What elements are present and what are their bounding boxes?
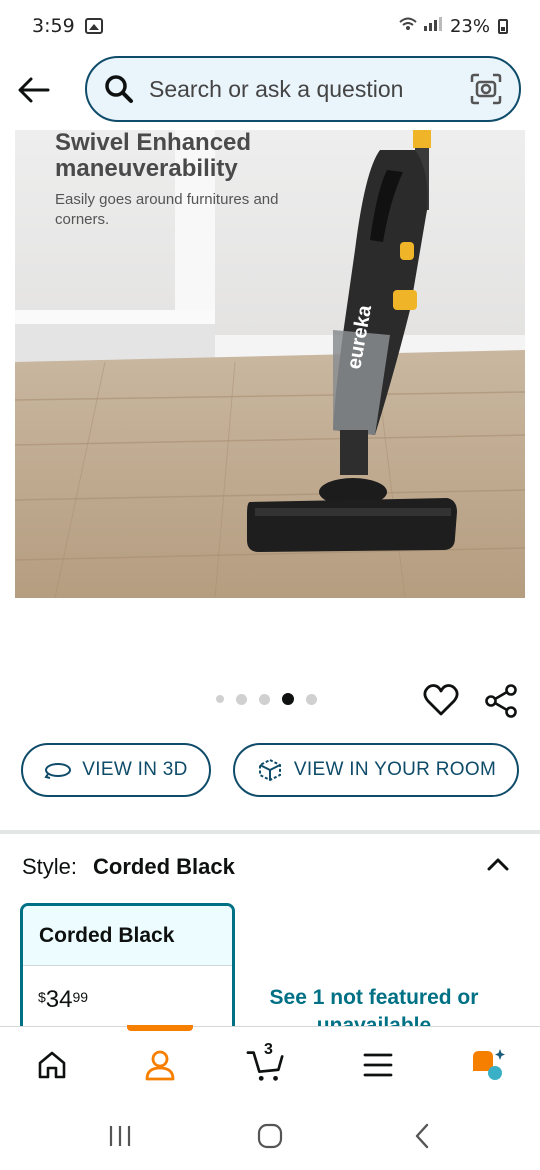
image-headline: Swivel Enhanced maneuverability [55, 130, 252, 182]
image-subtext: Easily goes around furnitures and corner… [55, 191, 279, 228]
style-option-card[interactable]: Corded Black $ 34 99 [20, 903, 235, 1043]
view-in-room-button[interactable]: VIEW IN YOUR ROOM [233, 743, 519, 797]
price-symbol: $ [38, 989, 46, 1005]
pager-dot-active[interactable] [282, 693, 294, 705]
section-divider [0, 830, 540, 834]
wifi-signal-icon [398, 16, 442, 36]
style-label: Style: [22, 854, 78, 879]
price-whole: 34 [45, 986, 73, 1013]
nav-account[interactable] [140, 1045, 180, 1085]
pager-dot[interactable] [236, 693, 247, 705]
header: Search or ask a question [0, 52, 540, 130]
wishlist-button[interactable] [423, 683, 459, 717]
system-nav-bar [0, 1100, 540, 1170]
nav-rufus-assistant[interactable] [468, 1045, 508, 1085]
search-placeholder: Search or ask a question [149, 75, 404, 102]
cart-count-badge: 3 [264, 1041, 273, 1058]
home-system-button[interactable] [255, 1122, 285, 1150]
rotate-3d-icon [44, 763, 72, 779]
pager-dot[interactable] [259, 693, 270, 705]
bottom-nav: 3 [0, 1025, 540, 1100]
status-time: 3:59 [32, 15, 75, 37]
nav-active-indicator [127, 1025, 193, 1031]
rufus-assistant-icon [473, 1049, 505, 1080]
camera-lens-icon[interactable] [469, 72, 503, 106]
battery-percent: 23% [449, 15, 490, 37]
search-icon [105, 75, 133, 103]
chevron-up-icon[interactable] [484, 850, 512, 878]
arrow-left-icon [18, 77, 50, 103]
recent-apps-button[interactable] [105, 1122, 135, 1150]
pager-dot[interactable] [216, 695, 224, 703]
battery-icon [498, 18, 508, 34]
heart-icon [423, 684, 459, 716]
pager-dot[interactable] [306, 693, 317, 705]
ar-cube-icon [258, 758, 281, 782]
nav-home[interactable] [32, 1045, 72, 1085]
view-in-3d-label: VIEW IN 3D [82, 759, 188, 780]
nav-cart[interactable]: 3 [246, 1041, 286, 1085]
status-right: 23% [398, 16, 508, 37]
home-icon [38, 1051, 66, 1079]
chevron-left-icon [415, 1123, 429, 1149]
status-bar: 3:59 23% [0, 0, 540, 52]
share-icon [485, 684, 517, 718]
search-input[interactable]: Search or ask a question [85, 56, 521, 122]
nav-menu[interactable] [358, 1045, 398, 1085]
style-header[interactable]: Style: Corded Black [22, 854, 522, 880]
back-button[interactable] [16, 72, 52, 108]
view-in-room-label: VIEW IN YOUR ROOM [293, 759, 497, 780]
product-image[interactable]: eureka Swivel Enhanced maneuverability E… [15, 130, 525, 598]
style-option-price: $ 34 99 [23, 966, 232, 1014]
hamburger-menu-icon [363, 1053, 393, 1077]
share-button[interactable] [483, 683, 519, 719]
price-fraction: 99 [72, 989, 89, 1005]
gallery-notification-icon [84, 18, 103, 34]
user-icon [145, 1050, 175, 1081]
image-pager[interactable] [216, 693, 317, 705]
home-circle-icon [257, 1123, 283, 1149]
recent-apps-icon [109, 1126, 131, 1146]
back-system-button[interactable] [408, 1122, 438, 1150]
style-selected-value: Corded Black [93, 854, 235, 879]
view-in-3d-button[interactable]: VIEW IN 3D [21, 743, 211, 797]
style-option-name: Corded Black [23, 906, 232, 966]
image-caption: Swivel Enhanced maneuverability Easily g… [55, 130, 315, 230]
